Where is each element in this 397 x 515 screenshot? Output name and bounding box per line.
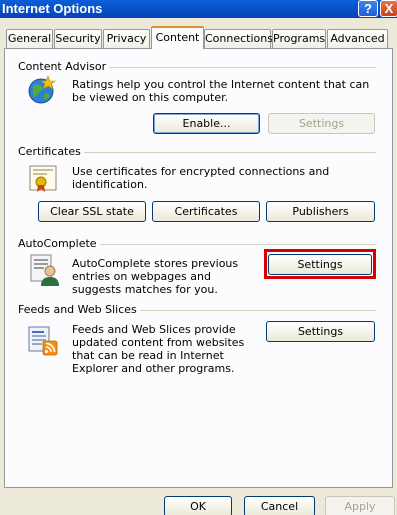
tab-advanced[interactable]: Advanced — [327, 29, 388, 48]
clear-ssl-state-button[interactable]: Clear SSL state — [38, 201, 146, 222]
title-bar[interactable]: Internet Options ? X — [0, 0, 397, 18]
window-title: Internet Options — [2, 1, 103, 16]
tab-programs[interactable]: Programs — [272, 29, 326, 48]
apply-button[interactable]: Apply — [325, 496, 395, 515]
certificates-heading: Certificates — [18, 145, 84, 158]
feeds-description: Feeds and Web Slices provide updated con… — [72, 323, 245, 375]
tab-connections[interactable]: Connections — [204, 29, 273, 48]
globe-ratings-icon — [26, 74, 58, 106]
content-advisor-description: Ratings help you control the Internet co… — [72, 78, 370, 104]
autocomplete-settings-highlight — [264, 249, 376, 279]
content-advisor-heading: Content Advisor — [18, 60, 110, 73]
feeds-settings-button[interactable]: Settings — [266, 321, 375, 342]
tab-security[interactable]: Security — [54, 29, 102, 48]
tab-privacy[interactable]: Privacy — [103, 29, 150, 48]
certificates-button[interactable]: Certificates — [152, 201, 260, 222]
tab-general[interactable]: General — [6, 29, 53, 48]
content-advisor-settings-button[interactable]: Settings — [268, 113, 375, 134]
autocomplete-person-icon — [28, 253, 60, 287]
tab-content[interactable]: Content — [151, 26, 204, 49]
close-button[interactable]: X — [380, 0, 397, 17]
feed-document-icon — [27, 325, 59, 357]
cancel-button[interactable]: Cancel — [244, 496, 315, 515]
ok-button[interactable]: OK — [164, 496, 232, 515]
publishers-button[interactable]: Publishers — [266, 201, 375, 222]
enable-button[interactable]: Enable... — [153, 113, 260, 134]
certificate-icon — [28, 164, 60, 194]
autocomplete-heading: AutoComplete — [18, 237, 100, 250]
autocomplete-description: AutoComplete stores previous entries on … — [72, 257, 239, 296]
help-button[interactable]: ? — [358, 0, 378, 17]
certificates-description: Use certificates for encrypted connectio… — [72, 165, 330, 191]
dialog-client: General Security Privacy Content Connect… — [0, 18, 397, 515]
feeds-heading: Feeds and Web Slices — [18, 303, 140, 316]
